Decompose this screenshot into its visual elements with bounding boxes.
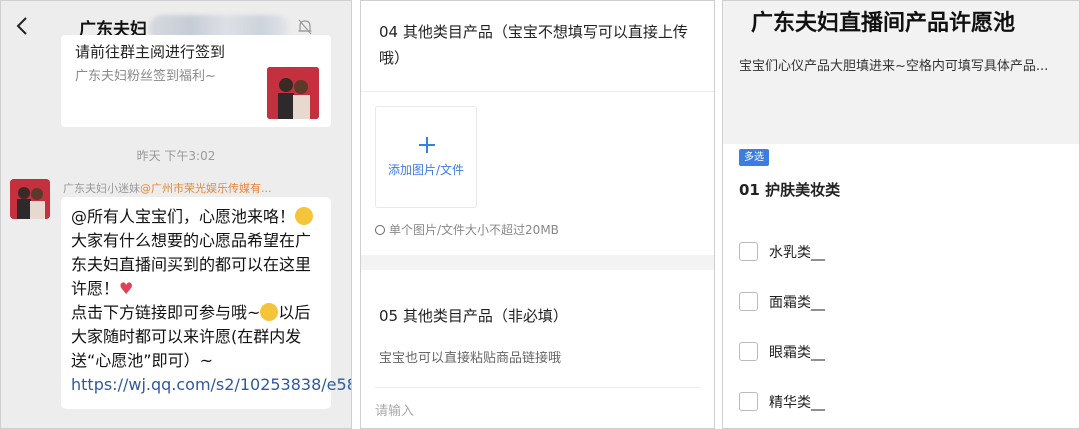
back-arrow-icon[interactable] <box>11 11 35 41</box>
sender-mention: @广州市荣光娱乐传媒有... <box>140 182 272 195</box>
mini-program-card[interactable]: 请前往群主阅进行签到 广东夫妇粉丝签到福利~ <box>61 35 331 127</box>
sender-nickname: 广东夫妇小迷妹 <box>63 182 140 195</box>
survey-header: 广东夫妇直播间产品许愿池 宝宝们心仪产品大胆填进来~空格内可填写具体产品... <box>723 1 1079 144</box>
checkbox[interactable] <box>739 392 758 411</box>
checkbox[interactable] <box>739 342 758 361</box>
message-line-2: 大家有什么想要的心愿品希望在广东夫妇直播间买到的都可以在这里许愿！ <box>71 231 312 298</box>
message-bubble[interactable]: @所有人宝宝们，心愿池来咯！ 大家有什么想要的心愿品希望在广东夫妇直播间买到的都… <box>61 197 351 409</box>
sender-avatar[interactable] <box>10 179 50 219</box>
survey-panel: 广东夫妇直播间产品许愿池 宝宝们心仪产品大胆填进来~空格内可填写具体产品... … <box>722 0 1080 429</box>
upload-size-hint-text: 单个图片/文件大小不超过20MB <box>389 223 559 237</box>
option-label: 面霜类__ <box>769 295 825 311</box>
card-description: 广东夫妇粉丝签到福利~ <box>75 69 216 84</box>
card-title: 请前往群主阅进行签到 <box>75 43 226 61</box>
sender-name: 广东夫妇小迷妹@广州市荣光娱乐传媒有... <box>63 180 272 196</box>
answer-input[interactable] <box>375 399 701 423</box>
upload-size-hint: 单个图片/文件大小不超过20MB <box>375 221 559 238</box>
message-line-1: @所有人宝宝们，心愿池来咯！ <box>71 207 296 226</box>
upload-label: 添加图片/文件 <box>387 163 465 177</box>
divider <box>361 91 714 92</box>
wink-emoji-icon <box>260 303 279 321</box>
survey-description: 宝宝们心仪产品大胆填进来~空格内可填写具体产品... <box>739 59 1049 74</box>
survey-link[interactable]: https://wj.qq.com/s2/10253838/e589/ <box>71 375 351 394</box>
option-label: 水乳类__ <box>769 245 825 261</box>
multi-select-badge: 多选 <box>739 149 769 166</box>
chat-panel: 广东夫妇 请前往群主阅进行签到 广东夫妇粉丝签到福利~ 昨天 下午3:02 广东… <box>0 0 352 429</box>
message-line-3: 点击下方链接即可参与哦~ <box>71 303 261 322</box>
question-05-description: 宝宝也可以直接粘贴商品链接哦 <box>379 351 562 366</box>
question-05-title: 05 其他类目产品（非必填） <box>379 307 568 325</box>
form-panel: 04 其他类目产品（宝宝不想填写可以直接上传哦） 添加图片/文件 单个图片/文件… <box>360 0 715 429</box>
plus-icon <box>419 137 435 153</box>
survey-title: 广东夫妇直播间产品许愿池 <box>751 11 1016 36</box>
grin-emoji-icon <box>295 207 314 225</box>
message-text: @所有人宝宝们，心愿池来咯！ 大家有什么想要的心愿品希望在广东夫妇直播间买到的都… <box>71 205 351 397</box>
heart-emoji-icon: ♥ <box>119 279 134 298</box>
mute-bell-icon <box>298 19 312 35</box>
message-timestamp: 昨天 下午3:02 <box>136 149 216 163</box>
option-label: 精华类__ <box>769 395 825 411</box>
option-label: 眼霜类__ <box>769 345 825 361</box>
section-separator <box>361 255 714 270</box>
info-icon <box>375 225 385 235</box>
divider <box>375 387 701 388</box>
checkbox[interactable] <box>739 242 758 261</box>
checkbox[interactable] <box>739 292 758 311</box>
question-01-title: 01 护肤美妆类 <box>739 181 841 199</box>
upload-button[interactable]: 添加图片/文件 <box>375 106 477 208</box>
question-04-title: 04 其他类目产品（宝宝不想填写可以直接上传哦） <box>379 23 688 67</box>
card-thumbnail-photo <box>267 67 319 119</box>
